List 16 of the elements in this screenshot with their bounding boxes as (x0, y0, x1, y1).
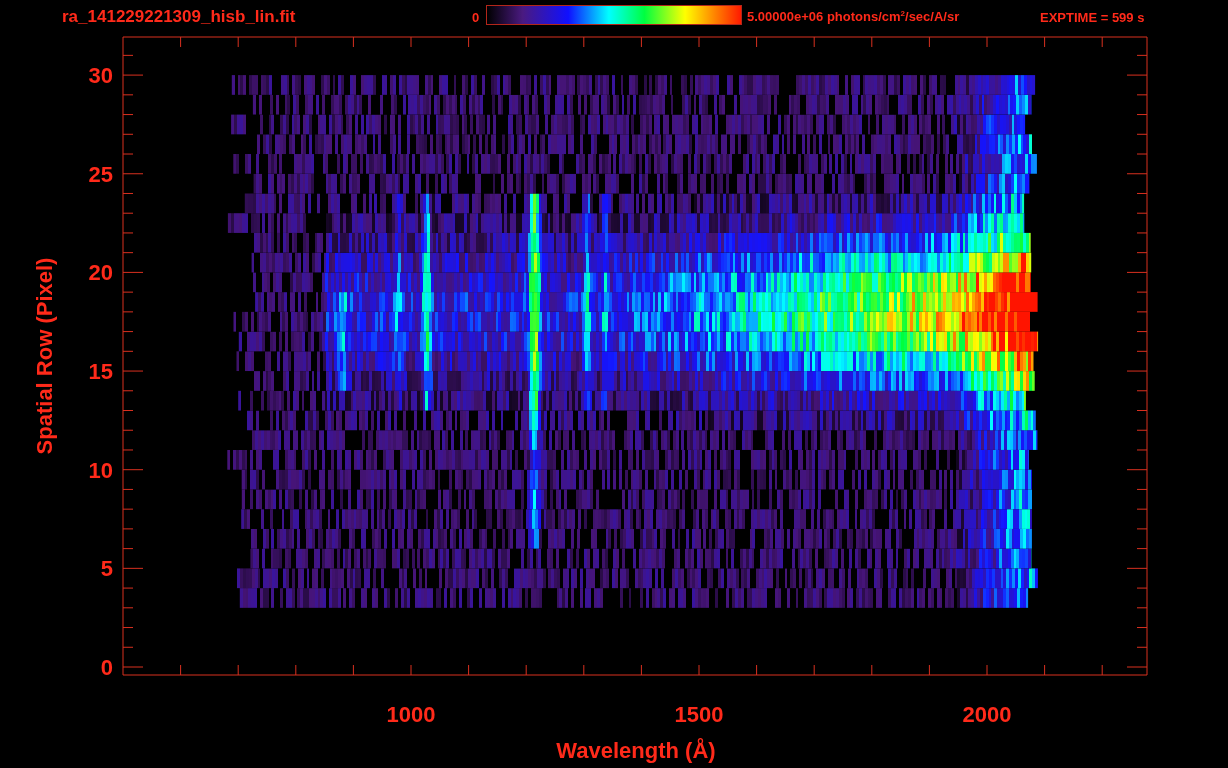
y-tick-label: 20 (88, 260, 113, 286)
y-tick-label: 0 (100, 655, 113, 680)
y-tick-label: 25 (88, 161, 113, 187)
y-axis-label: Spatial Row (Pixel) (32, 257, 57, 455)
colorbar-min-label: 0 (472, 9, 481, 25)
x-tick-label: 1000 (386, 702, 436, 727)
x-tick-label: 1500 (674, 702, 724, 727)
file-title: ra_141229221309_hisb_lin.fit (62, 7, 297, 27)
y-tick-label: 5 (100, 556, 113, 582)
y-tick-label: 10 (88, 457, 113, 483)
exposure-time: EXPTIME = 599 s (1040, 9, 1145, 25)
colorbar-max-label: 5.00000e+06 photons/cm$^{2}$/sec/A/sr (747, 9, 961, 25)
x-tick-label: 2000 (962, 702, 1012, 727)
x-axis-label: Wavelength (Å) (556, 738, 716, 763)
y-tick-label: 30 (88, 63, 113, 89)
y-tick-label: 15 (88, 359, 113, 385)
